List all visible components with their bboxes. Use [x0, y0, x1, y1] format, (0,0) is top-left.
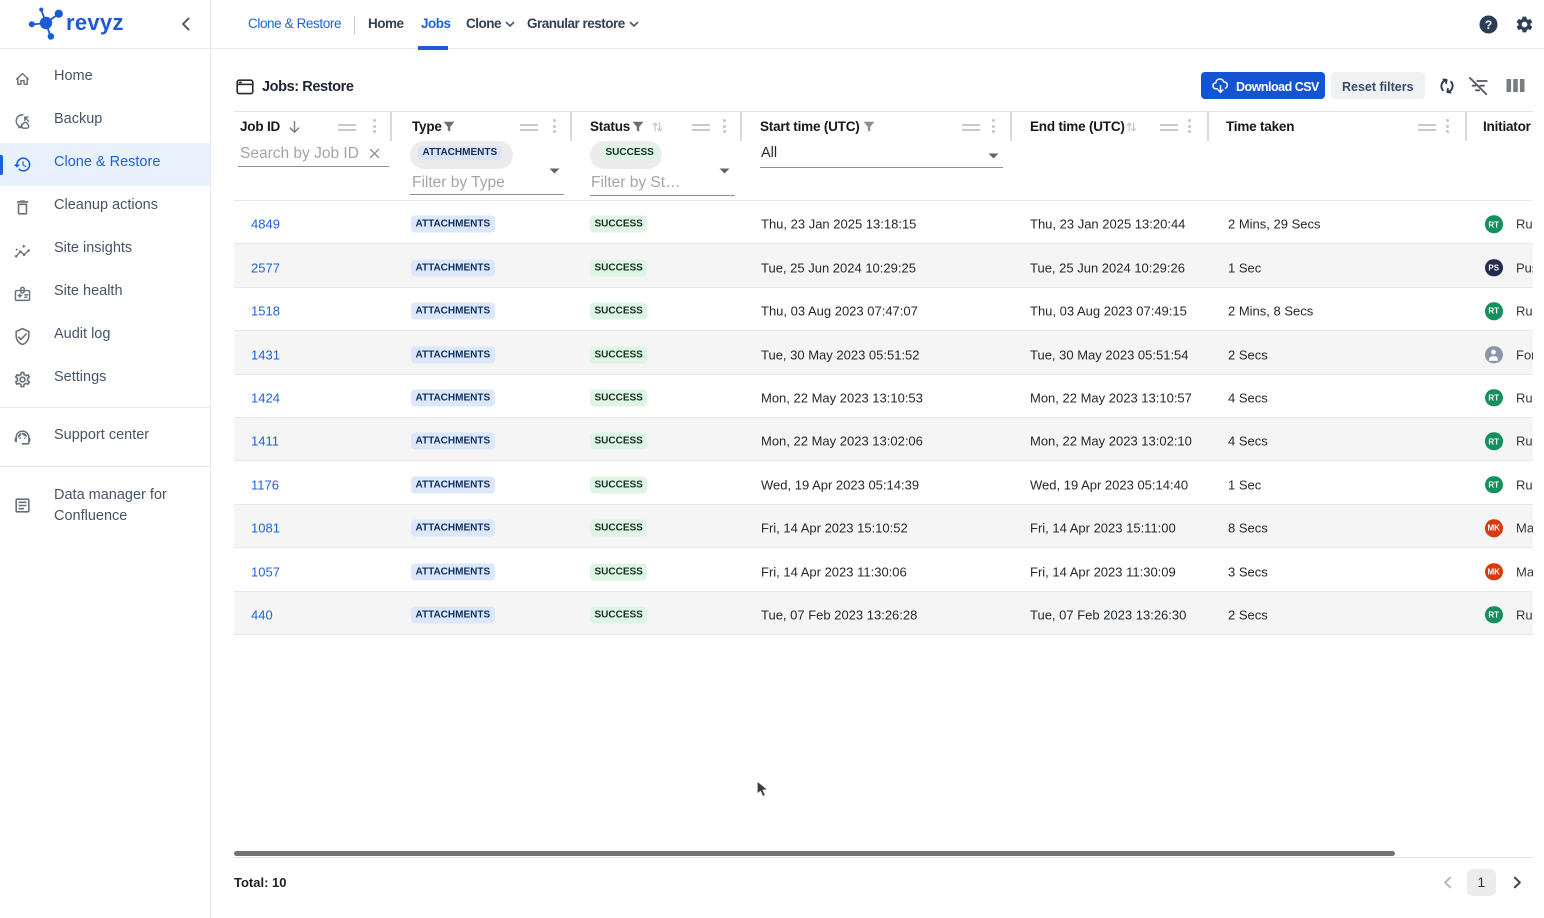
- svg-text:?: ?: [1485, 17, 1492, 31]
